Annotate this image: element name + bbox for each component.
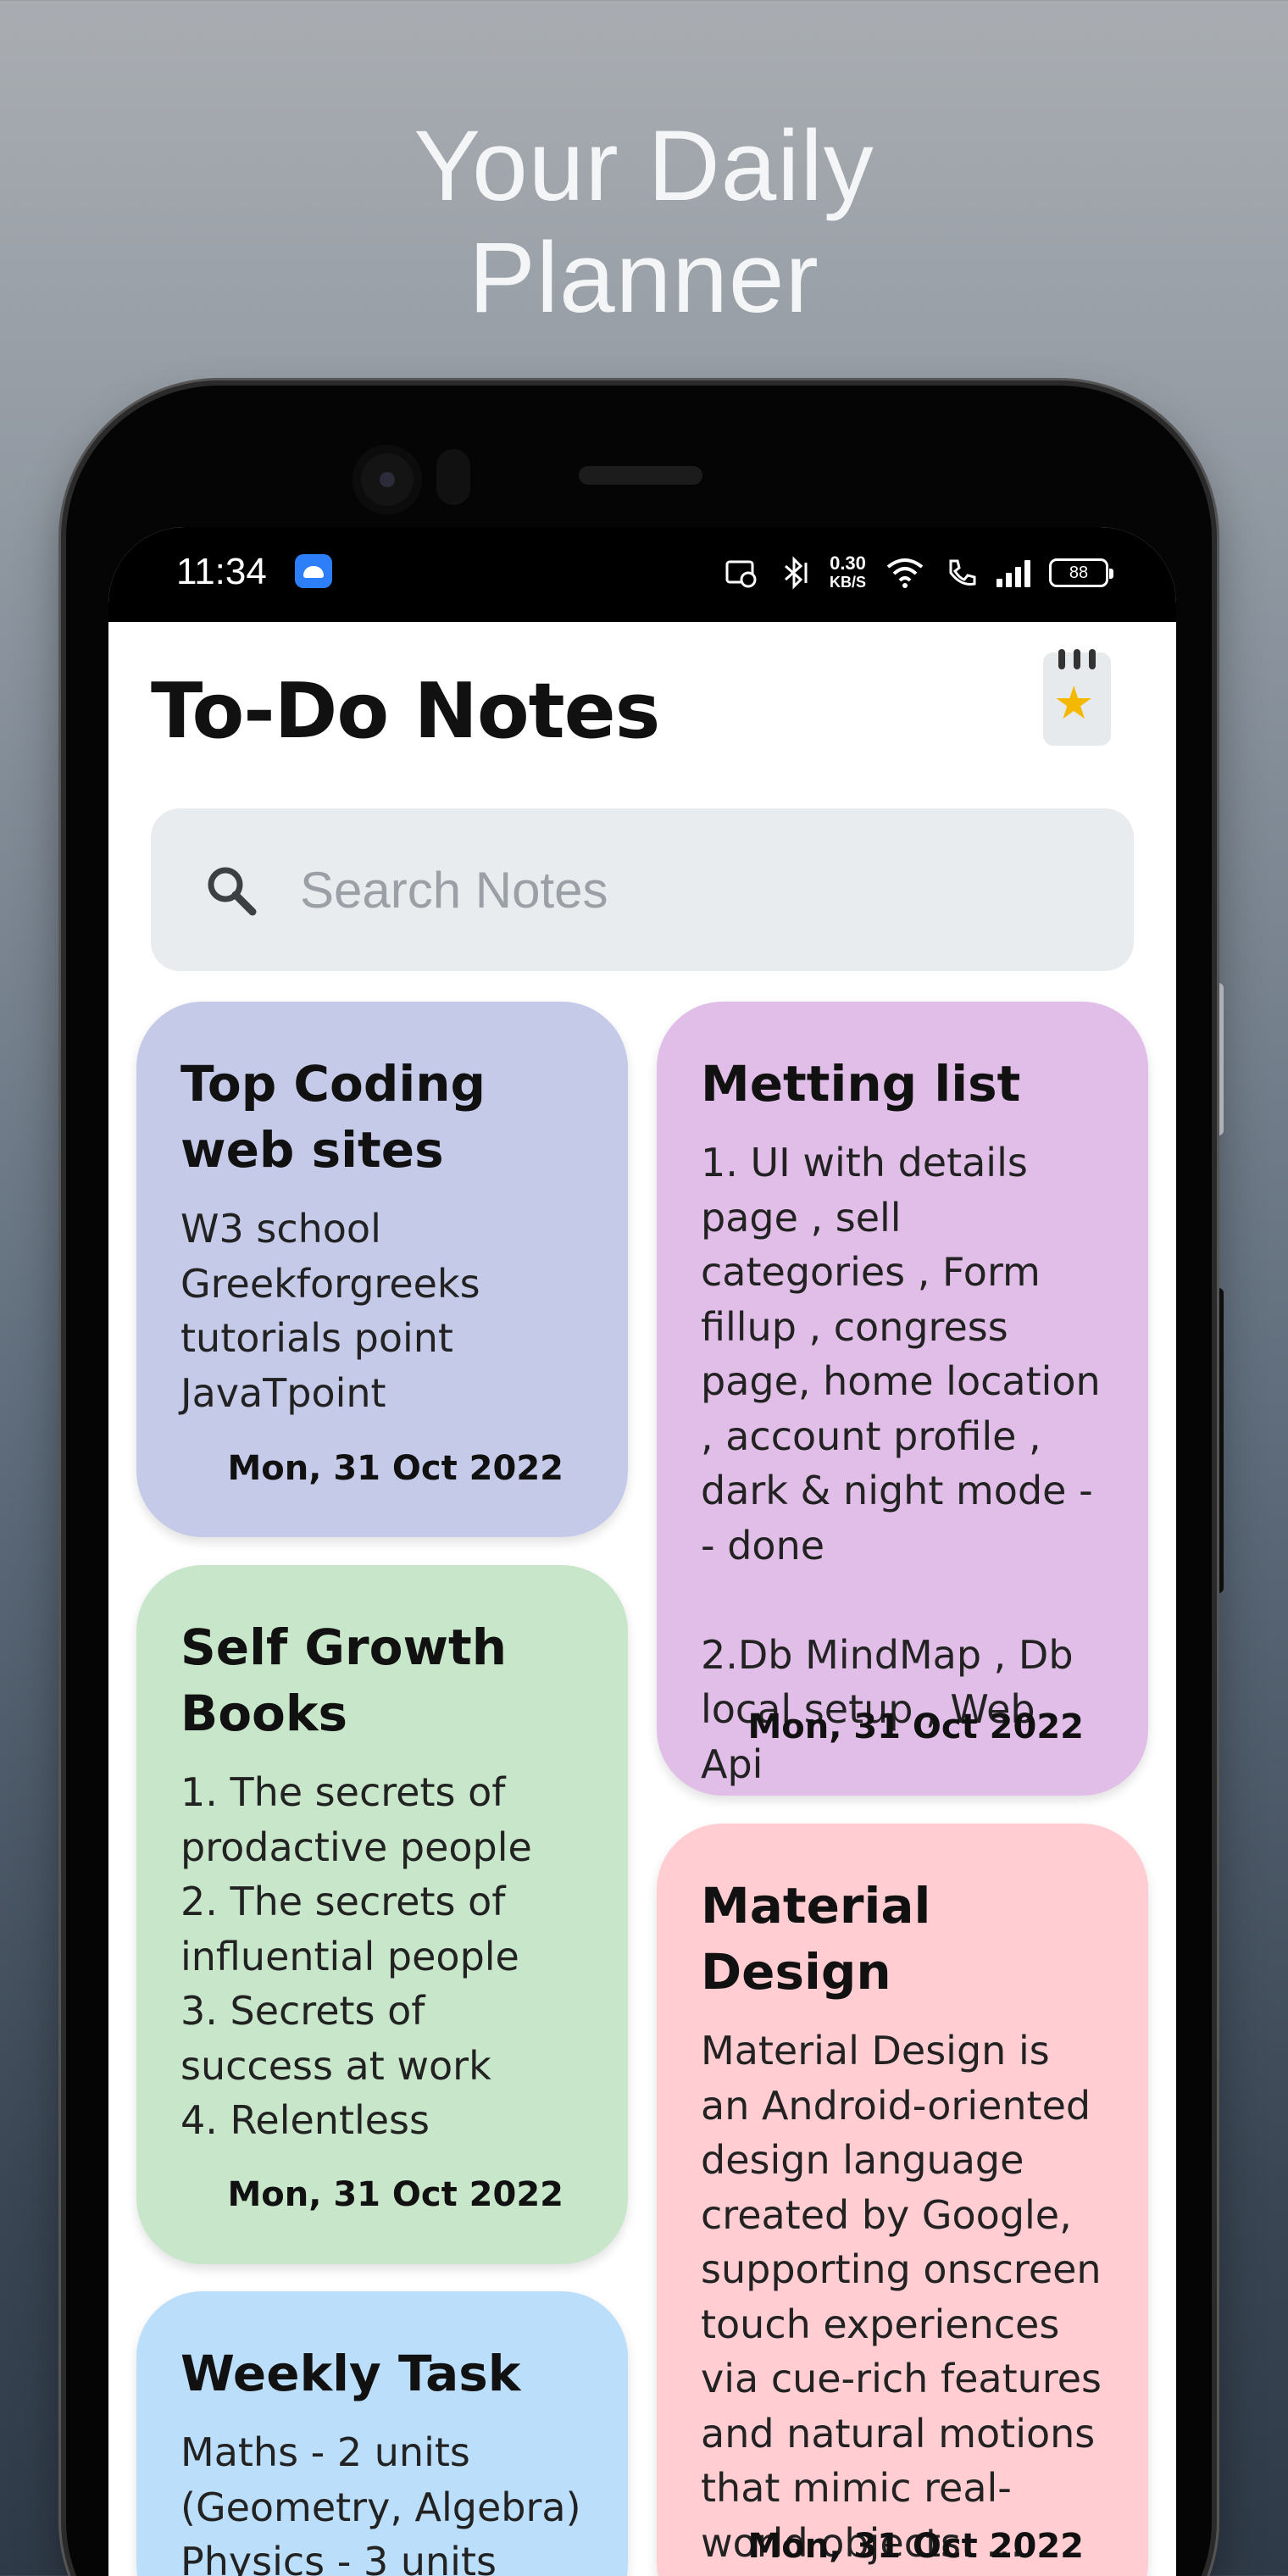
notepad-ring — [1089, 649, 1096, 669]
note-body: W3 school Greekforgreeks tutorials point… — [180, 1206, 480, 1416]
notepad-ring — [1074, 649, 1080, 669]
power-button — [1212, 1288, 1224, 1593]
note-title: Top Coding web sites — [180, 1055, 486, 1179]
note-body: Material Design is an Android-oriented d… — [701, 2028, 1102, 2566]
front-camera — [353, 445, 422, 514]
wifi-calling-icon — [949, 559, 976, 586]
status-icons: 0.30 KB/S 88 — [724, 549, 1113, 597]
note-title: Self Growth Books — [180, 1618, 508, 1742]
search-input[interactable] — [300, 852, 1096, 927]
status-bar: 11:34 0.30 KB/S 88 — [108, 527, 1176, 622]
star-icon: ★ — [1053, 676, 1095, 730]
network-speed: 0.30 KB/S — [830, 554, 866, 591]
signal-strength-icon — [997, 558, 1030, 587]
search-icon — [208, 867, 257, 916]
app-screen: 11:34 0.30 KB/S 88 To-Do Notes ★ Search … — [108, 527, 1176, 2576]
status-time: 11:34 — [176, 551, 267, 592]
app-title: To-Do Notes — [151, 667, 660, 756]
note-card[interactable]: Weekly Task Maths - 2 units (Geometry, A… — [136, 2291, 628, 2576]
note-card[interactable]: Material Design Material Design is an An… — [657, 1824, 1148, 2576]
note-title: Material Design — [701, 1877, 931, 2001]
netspeed-unit: KB/S — [829, 574, 866, 591]
data-saver-icon — [725, 560, 757, 588]
favorites-button[interactable]: ★ — [1043, 649, 1111, 746]
wifi-icon — [886, 558, 924, 588]
bluetooth-icon — [784, 556, 808, 590]
proximity-sensor — [436, 449, 470, 505]
note-card[interactable]: Metting list 1. UI with details page , s… — [657, 1002, 1148, 1796]
note-title: Metting list — [701, 1055, 1021, 1113]
note-date: Mon, 31 Oct 2022 — [227, 1449, 564, 1488]
search-bar[interactable] — [151, 808, 1134, 971]
earpiece-speaker — [579, 466, 702, 485]
note-card[interactable]: Self Growth Books 1. The secrets of prod… — [136, 1565, 628, 2264]
netspeed-value: 0.30 — [830, 552, 866, 574]
note-body: 1. UI with details page , sell categorie… — [701, 1140, 1101, 1787]
note-card[interactable]: Top Coding web sites W3 school Greekforg… — [136, 1002, 628, 1537]
notepad-ring — [1058, 649, 1065, 669]
note-body: Maths - 2 units (Geometry, Algebra) Phys… — [180, 2429, 581, 2576]
note-title: Weekly Task — [180, 2345, 521, 2402]
promo-headline: Your Daily Planner — [414, 110, 874, 334]
android-notification-icon — [295, 554, 332, 588]
volume-button — [1212, 983, 1224, 1135]
note-date: Mon, 31 Oct 2022 — [747, 1707, 1084, 1746]
note-date: Mon, 31 Oct 2022 — [747, 2527, 1084, 2566]
battery-icon: 88 — [1049, 558, 1113, 587]
note-date: Mon, 31 Oct 2022 — [227, 2175, 564, 2214]
note-body: 1. The secrets of prodactive people 2. T… — [180, 1769, 532, 2143]
